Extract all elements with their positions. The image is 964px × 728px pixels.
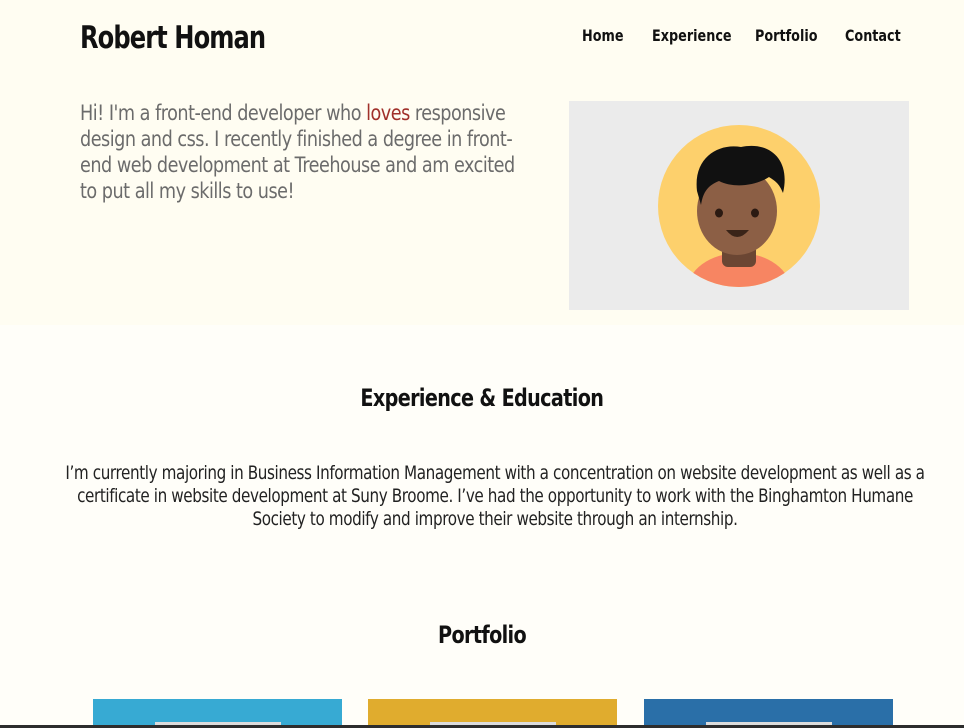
avatar-illustration <box>658 125 820 287</box>
nav-experience[interactable]: Experience <box>652 26 732 45</box>
intro-text: Hi! I'm a front-end developer who loves … <box>80 100 530 204</box>
avatar-panel <box>569 101 909 310</box>
portfolio-tile-1[interactable] <box>93 699 342 728</box>
experience-heading: Experience & Education <box>360 384 605 412</box>
portfolio-heading: Portfolio <box>437 621 527 649</box>
experience-text: I’m currently majoring in Business Infor… <box>65 462 925 530</box>
avatar-left-eye <box>715 208 723 218</box>
nav-contact[interactable]: Contact <box>845 26 901 45</box>
nav-portfolio[interactable]: Portfolio <box>755 26 818 45</box>
intro-highlight: loves <box>366 101 410 125</box>
hero-section: Robert Homan Home Experience Portfolio C… <box>0 0 964 325</box>
main-nav: Home Experience Portfolio Contact <box>0 26 964 48</box>
portfolio-tile-3[interactable] <box>644 699 893 728</box>
avatar-right-eye <box>751 208 759 218</box>
intro-text-start: Hi! I'm a front-end developer who <box>80 101 367 125</box>
nav-home[interactable]: Home <box>582 26 624 45</box>
portfolio-tile-2[interactable] <box>368 699 617 728</box>
